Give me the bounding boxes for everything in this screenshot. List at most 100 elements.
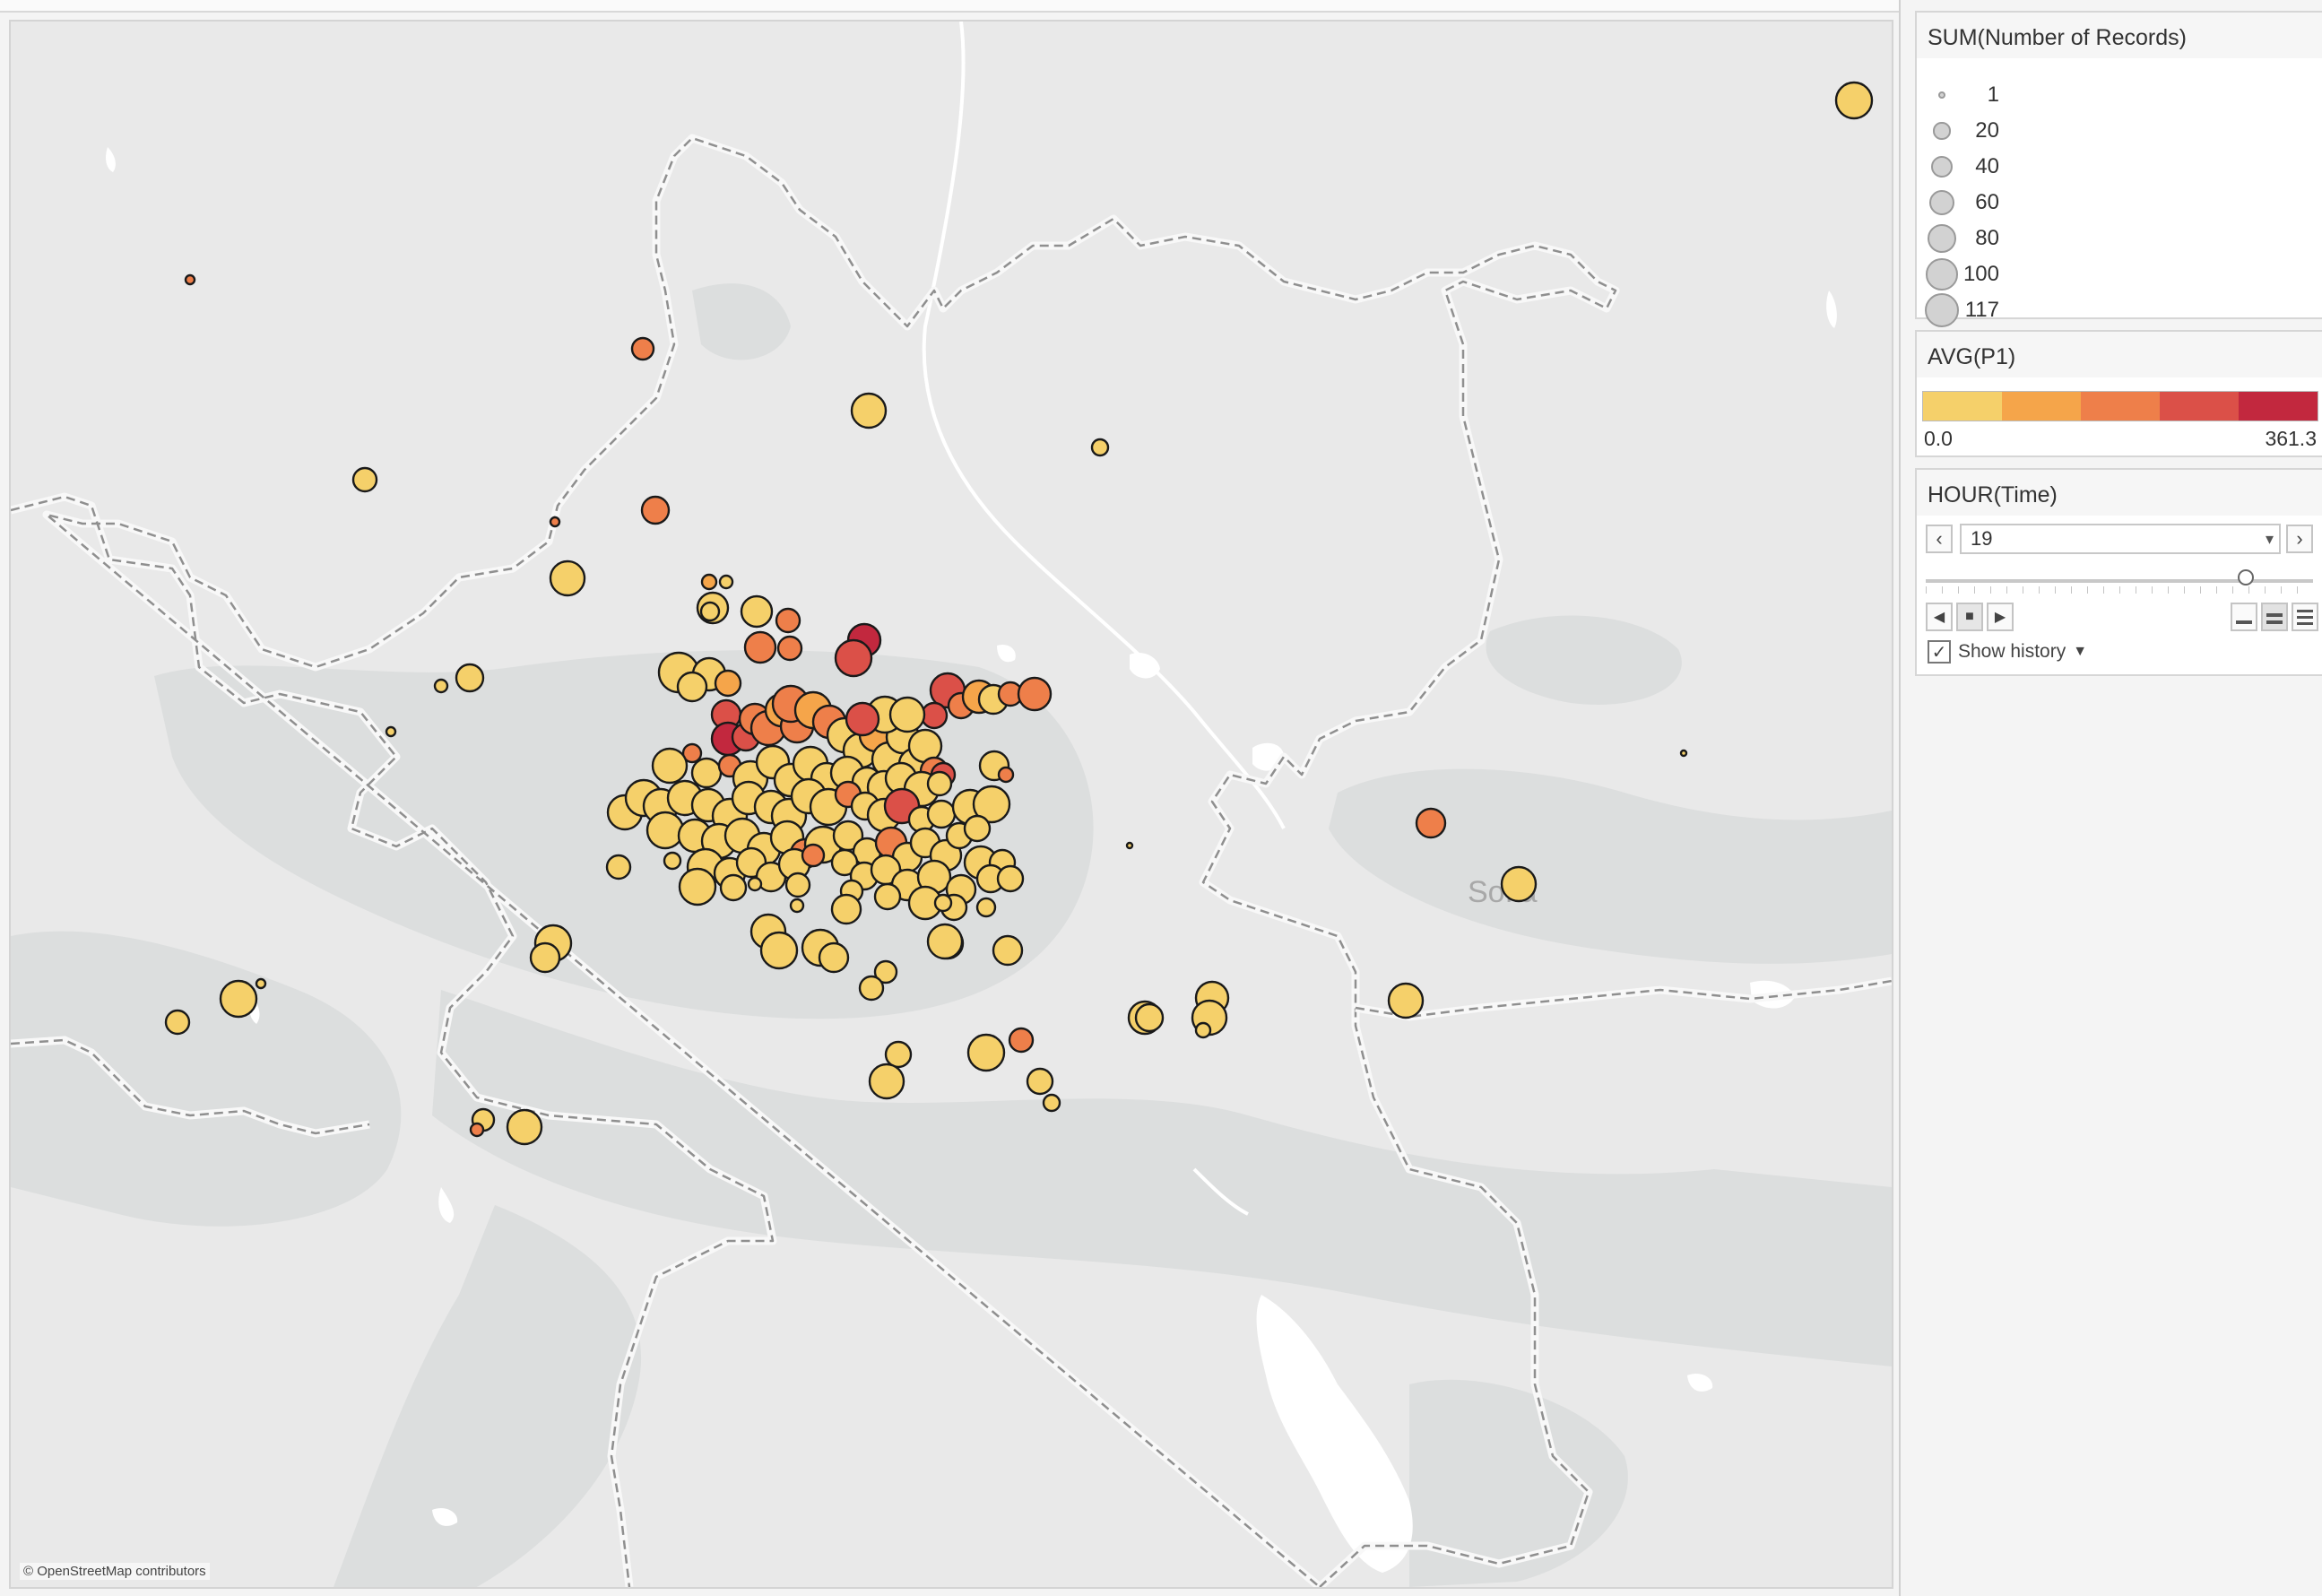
hour-slider-ticks bbox=[1926, 586, 2313, 594]
marker-155[interactable] bbox=[1194, 1021, 1212, 1039]
marker-145[interactable] bbox=[992, 934, 1024, 967]
marker-157[interactable] bbox=[966, 1033, 1006, 1072]
marker-56[interactable] bbox=[997, 766, 1015, 784]
marker-71[interactable] bbox=[926, 770, 953, 797]
size-legend-item[interactable]: 20 bbox=[1917, 113, 2322, 149]
checkbox-checked-icon[interactable]: ✓ bbox=[1928, 640, 1951, 664]
marker-144[interactable] bbox=[926, 923, 964, 960]
marker-136[interactable] bbox=[933, 893, 953, 913]
size-legend-item[interactable]: 40 bbox=[1917, 149, 2322, 185]
caret-down-icon[interactable]: ▼ bbox=[2073, 644, 2087, 660]
marker-147[interactable] bbox=[858, 975, 885, 1002]
marker-0[interactable] bbox=[1834, 81, 1874, 120]
marker-58[interactable] bbox=[651, 747, 689, 785]
map-pane[interactable]: Sofia © OpenStreetMap contributors bbox=[9, 20, 1893, 1589]
marker-109[interactable] bbox=[605, 854, 632, 880]
marker-5[interactable] bbox=[549, 516, 561, 528]
speed-normal-button[interactable] bbox=[2261, 603, 2288, 631]
hour-slider-track[interactable] bbox=[1926, 579, 2313, 583]
marker-53[interactable] bbox=[888, 696, 926, 733]
marker-18[interactable] bbox=[834, 638, 873, 678]
marker-161[interactable] bbox=[1026, 1067, 1054, 1096]
marker-148[interactable] bbox=[219, 979, 258, 1019]
speed-fast-button[interactable] bbox=[2292, 603, 2318, 631]
marker-167[interactable] bbox=[1500, 865, 1538, 903]
marker-59[interactable] bbox=[690, 757, 723, 789]
prev-hour-button[interactable]: ‹ bbox=[1926, 525, 1953, 553]
marker-127[interactable] bbox=[747, 876, 763, 892]
size-legend-item[interactable]: 60 bbox=[1917, 185, 2322, 221]
marker-91[interactable] bbox=[645, 811, 685, 850]
map-canvas[interactable]: Sofia bbox=[11, 22, 1892, 1587]
marker-31[interactable] bbox=[1017, 676, 1053, 712]
marker-162[interactable] bbox=[1042, 1093, 1061, 1113]
next-hour-button[interactable]: › bbox=[2286, 525, 2313, 553]
marker-165[interactable] bbox=[506, 1108, 543, 1146]
marker-138[interactable] bbox=[529, 941, 561, 974]
marker-154[interactable] bbox=[1134, 1002, 1165, 1033]
marker-149[interactable] bbox=[255, 977, 267, 990]
stop-button[interactable]: ■ bbox=[1956, 603, 1983, 631]
marker-160[interactable] bbox=[868, 1063, 905, 1100]
marker-9[interactable] bbox=[700, 573, 718, 591]
marker-15[interactable] bbox=[743, 630, 777, 664]
marker-116[interactable] bbox=[801, 843, 826, 868]
marker-1[interactable] bbox=[184, 273, 196, 286]
size-legend-dot bbox=[1926, 258, 1958, 291]
marker-159[interactable] bbox=[884, 1040, 913, 1069]
marker-10[interactable] bbox=[718, 574, 734, 590]
hour-slider-thumb[interactable] bbox=[2237, 569, 2254, 585]
marker-164[interactable] bbox=[469, 1122, 485, 1138]
marker-8[interactable] bbox=[1090, 438, 1110, 457]
marker-166[interactable] bbox=[1415, 807, 1447, 839]
marker-134[interactable] bbox=[830, 893, 862, 925]
marker-130[interactable] bbox=[873, 882, 902, 911]
size-legend-item[interactable]: 100 bbox=[1917, 256, 2322, 292]
marker-135[interactable] bbox=[975, 897, 997, 918]
marker-4[interactable] bbox=[351, 466, 378, 493]
marker-110[interactable] bbox=[663, 851, 682, 871]
map-attribution[interactable]: © OpenStreetMap contributors bbox=[20, 1563, 210, 1580]
marker-22[interactable] bbox=[676, 671, 708, 703]
marker-23[interactable] bbox=[455, 663, 485, 693]
color-ramp[interactable] bbox=[1922, 391, 2318, 421]
size-legend-item[interactable]: 80 bbox=[1917, 221, 2322, 256]
marker-150[interactable] bbox=[164, 1009, 191, 1036]
play-forward-button[interactable]: ▶ bbox=[1987, 603, 2014, 631]
marker-7[interactable] bbox=[549, 559, 586, 597]
marker-3[interactable] bbox=[850, 392, 888, 429]
marker-16[interactable] bbox=[776, 635, 803, 662]
marker-128[interactable] bbox=[784, 872, 811, 898]
marker-13[interactable] bbox=[740, 594, 774, 629]
play-backward-button[interactable]: ◀ bbox=[1926, 603, 1953, 631]
marker-169[interactable] bbox=[1679, 749, 1688, 758]
size-legend-item[interactable]: 117 bbox=[1917, 292, 2322, 328]
color-ramp-step bbox=[2239, 392, 2318, 421]
marker-142[interactable] bbox=[818, 941, 850, 974]
marker-158[interactable] bbox=[1008, 1027, 1035, 1054]
marker-108[interactable] bbox=[963, 814, 992, 843]
marker-168[interactable] bbox=[1125, 841, 1134, 850]
marker-126[interactable] bbox=[719, 873, 748, 902]
marker-156[interactable] bbox=[1387, 982, 1425, 1019]
marker-124[interactable] bbox=[996, 864, 1025, 893]
marker-24[interactable] bbox=[433, 678, 449, 694]
marker-125[interactable] bbox=[678, 867, 717, 906]
size-legend-item[interactable]: 1 bbox=[1917, 77, 2322, 113]
marker-140[interactable] bbox=[759, 931, 799, 970]
marker-133[interactable] bbox=[789, 898, 805, 914]
hour-select[interactable]: 19 ▾ bbox=[1960, 524, 2281, 554]
marker-32[interactable] bbox=[920, 701, 949, 730]
marker-14[interactable] bbox=[775, 607, 801, 634]
marker-12[interactable] bbox=[699, 601, 721, 622]
marker-2[interactable] bbox=[630, 336, 655, 361]
marker-25[interactable] bbox=[385, 725, 397, 738]
marker-6[interactable] bbox=[640, 495, 671, 525]
show-history-toggle[interactable]: ✓ Show history ▼ bbox=[1928, 640, 2087, 664]
speed-slow-button[interactable] bbox=[2231, 603, 2257, 631]
marker-21[interactable] bbox=[714, 669, 742, 698]
size-legend: SUM(Number of Records) 1 20 40 60 80 100 117 bbox=[1915, 11, 2322, 327]
speed-fast-icon bbox=[2297, 610, 2313, 626]
marker-52[interactable] bbox=[845, 701, 880, 737]
marker-88[interactable] bbox=[926, 799, 957, 829]
